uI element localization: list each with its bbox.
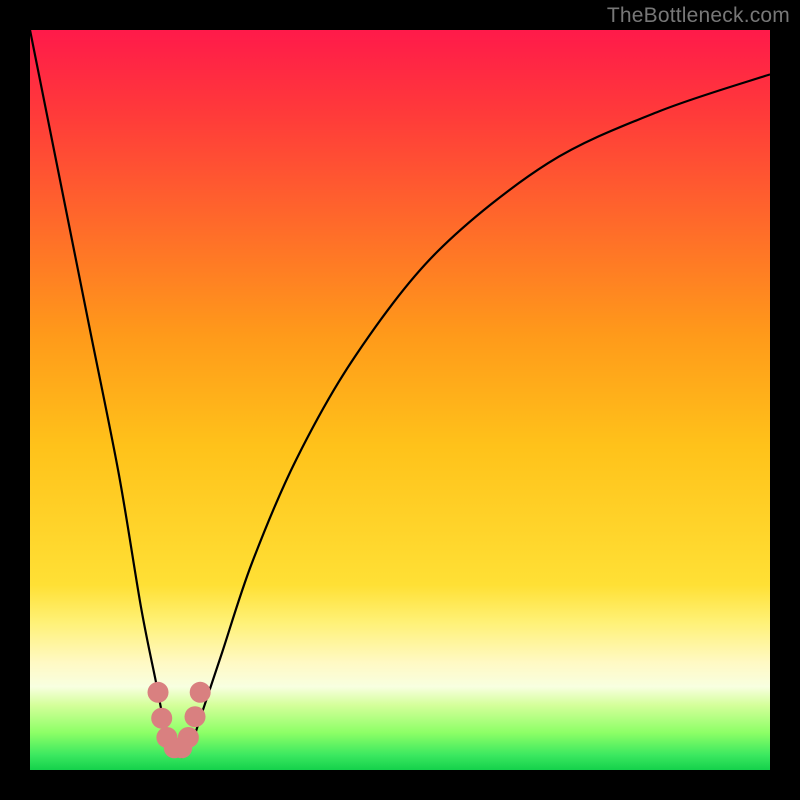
trough-marker [178,727,199,748]
plot-area [30,30,770,770]
chart-svg [30,30,770,770]
chart-frame: TheBottleneck.com [0,0,800,800]
trough-marker [185,706,206,727]
trough-marker [151,708,172,729]
bottleneck-curve [30,30,770,757]
trough-markers [148,682,211,759]
trough-marker [148,682,169,703]
trough-marker [190,682,211,703]
watermark-text: TheBottleneck.com [607,4,790,28]
